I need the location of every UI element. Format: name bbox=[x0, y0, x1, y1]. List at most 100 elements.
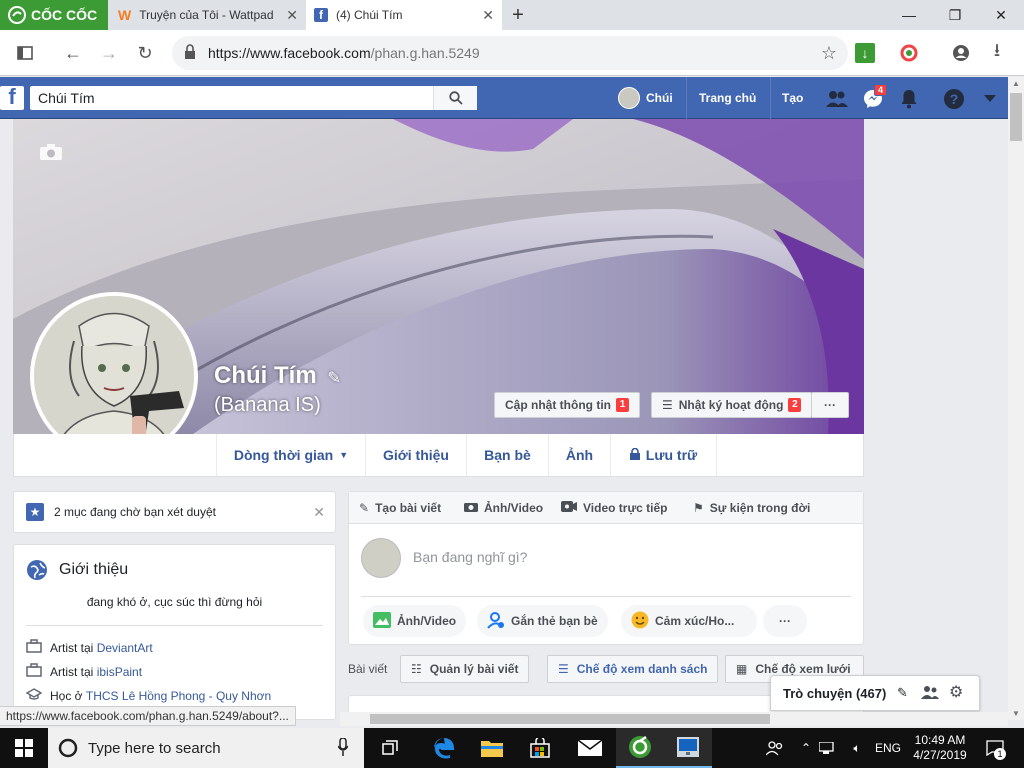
clock-date: 4/27/2019 bbox=[913, 748, 967, 762]
tab-live-video[interactable]: Video trực tiếp bbox=[561, 492, 668, 524]
more-actions-button[interactable]: ··· bbox=[763, 605, 807, 637]
close-icon[interactable]: ✕ bbox=[313, 504, 325, 521]
list-view-button[interactable]: ☰ Chế độ xem danh sách bbox=[547, 655, 719, 683]
activity-log-button[interactable]: ☰ Nhật ký hoạt động 2 bbox=[651, 392, 813, 418]
close-icon[interactable]: ✕ bbox=[286, 7, 298, 24]
tab-friends[interactable]: Bạn bè bbox=[466, 434, 548, 476]
tab-facebook[interactable]: f (4) Chúi Tím ✕ bbox=[306, 0, 502, 30]
scroll-thumb[interactable] bbox=[1010, 93, 1022, 141]
camera-icon[interactable] bbox=[39, 143, 63, 164]
chat-bar[interactable]: Trò chuyện (467) ✎ ⚙ bbox=[770, 675, 980, 711]
tab-photo-video[interactable]: Ảnh/Video bbox=[464, 492, 543, 524]
facebook-icon: f bbox=[314, 8, 328, 22]
photo-video-button[interactable]: Ảnh/Video bbox=[363, 605, 467, 637]
browser-brand: CỐC CỐC bbox=[31, 7, 98, 23]
divider bbox=[26, 625, 323, 626]
tab-create-post[interactable]: ✎ Tạo bài viết bbox=[359, 492, 441, 524]
facebook-search-input[interactable]: Chúi Tím bbox=[30, 86, 477, 110]
app-window-icon[interactable] bbox=[664, 728, 712, 768]
coccoc-extension-icon[interactable] bbox=[894, 38, 924, 68]
tab-archive[interactable]: Lưu trữ bbox=[610, 434, 717, 476]
group-icon[interactable] bbox=[921, 685, 939, 702]
close-icon[interactable]: ✕ bbox=[482, 7, 494, 24]
update-info-button[interactable]: Cập nhật thông tin 1 bbox=[494, 392, 640, 418]
pencil-icon: ✎ bbox=[359, 501, 370, 515]
scroll-up-icon[interactable]: ▲ bbox=[1012, 79, 1020, 88]
friend-requests-icon[interactable] bbox=[826, 88, 848, 110]
messenger-icon[interactable]: 4 bbox=[862, 84, 888, 110]
facebook-logo-icon[interactable]: f bbox=[0, 84, 24, 110]
more-options-button[interactable]: ··· bbox=[811, 392, 849, 418]
intro-header: Giới thiệu bbox=[26, 559, 128, 581]
language-indicator[interactable]: ENG bbox=[872, 728, 904, 768]
tab-timeline[interactable]: Dòng thời gian ▼ bbox=[216, 434, 365, 476]
pending-review-card[interactable]: ★ 2 mục đang chờ bạn xét duyệt ✕ bbox=[13, 491, 336, 533]
feeling-activity-button[interactable]: Cảm xúc/Ho... bbox=[621, 605, 757, 637]
file-explorer-icon[interactable] bbox=[468, 728, 516, 768]
address-bar[interactable]: https://www.facebook.com/phan.g.han.5249 bbox=[172, 36, 848, 70]
download-extension-icon[interactable]: ↓ bbox=[850, 38, 880, 68]
sidebar-toggle-icon[interactable] bbox=[10, 38, 40, 68]
store-icon[interactable] bbox=[516, 728, 564, 768]
scroll-down-icon[interactable]: ▼ bbox=[1012, 709, 1020, 718]
profile-name[interactable]: Chúi Tím ✎ bbox=[214, 362, 341, 390]
downloads-icon[interactable]: ⭳ bbox=[982, 38, 1012, 68]
tab-life-event[interactable]: ⚑ Sự kiện trong đời bbox=[693, 492, 810, 524]
tab-wattpad[interactable]: W Truyện của Tôi - Wattpad ✕ bbox=[110, 0, 306, 30]
network-icon[interactable] bbox=[818, 728, 836, 768]
composer-tabs: ✎ Tạo bài viết Ảnh/Video Video trực tiếp … bbox=[349, 492, 863, 524]
new-tab-button[interactable]: + bbox=[504, 0, 532, 30]
microphone-icon[interactable] bbox=[337, 737, 349, 760]
minimize-button[interactable]: — bbox=[886, 0, 932, 30]
tag-friends-button[interactable]: Gắn thẻ bạn bè bbox=[477, 605, 608, 637]
vertical-scrollbar[interactable]: ▲ ▼ bbox=[1008, 77, 1024, 720]
mail-icon[interactable] bbox=[566, 728, 614, 768]
search-button[interactable] bbox=[433, 86, 477, 110]
tab-about[interactable]: Giới thiệu bbox=[365, 434, 466, 476]
tab-photos[interactable]: Ảnh bbox=[548, 434, 610, 476]
nav-create[interactable]: Tạo bbox=[770, 77, 803, 119]
nav-profile[interactable]: Chúi bbox=[618, 77, 673, 119]
manage-posts-button[interactable]: ☷ Quản lý bài viết bbox=[400, 655, 530, 683]
whats-on-your-mind-input[interactable]: Bạn đang nghĩ gì? bbox=[413, 549, 527, 565]
back-arrow-icon[interactable]: ← bbox=[58, 38, 88, 68]
nav-home[interactable]: Trang chủ bbox=[686, 77, 756, 119]
maximize-button[interactable]: ❐ bbox=[932, 0, 978, 30]
search-icon bbox=[448, 91, 463, 105]
help-icon[interactable]: ? bbox=[943, 88, 965, 110]
new-message-icon[interactable]: ✎ bbox=[897, 685, 908, 701]
edit-pencil-icon[interactable]: ✎ bbox=[327, 370, 340, 387]
briefcase-icon bbox=[26, 639, 42, 656]
reload-icon[interactable]: ↻ bbox=[130, 38, 160, 68]
url-host: https://www.facebook.com bbox=[208, 45, 371, 61]
browser-toolbar: ← → ↻ https://www.facebook.com/phan.g.ha… bbox=[0, 30, 1024, 76]
work-link[interactable]: ibisPaint bbox=[97, 665, 142, 679]
people-icon[interactable] bbox=[762, 728, 788, 768]
coccoc-taskbar-icon[interactable] bbox=[616, 728, 664, 768]
photo-icon bbox=[373, 611, 391, 631]
windows-start-icon[interactable] bbox=[0, 728, 48, 768]
lock-icon bbox=[629, 447, 640, 463]
edge-icon[interactable] bbox=[420, 728, 468, 768]
forward-arrow-icon[interactable]: → bbox=[94, 38, 124, 68]
close-window-button[interactable]: ✕ bbox=[978, 0, 1024, 30]
action-center-icon[interactable]: 1 bbox=[980, 728, 1010, 768]
scroll-thumb[interactable] bbox=[370, 714, 770, 724]
gear-icon[interactable]: ⚙ bbox=[949, 682, 963, 702]
coccoc-logo[interactable]: CỐC CỐC bbox=[0, 0, 108, 30]
taskbar-search-input[interactable]: Type here to search bbox=[48, 728, 364, 768]
school-link[interactable]: THCS Lê Hồng Phong - Quy Nhơn bbox=[86, 689, 271, 703]
list-icon: ☰ bbox=[662, 398, 673, 412]
notifications-bell-icon[interactable] bbox=[898, 88, 920, 110]
task-view-icon[interactable] bbox=[368, 728, 416, 768]
tray-overflow-chevron-icon[interactable]: ⌃ bbox=[798, 728, 814, 768]
avatar bbox=[618, 87, 640, 109]
tag-friend-icon bbox=[487, 611, 505, 632]
horizontal-scrollbar[interactable] bbox=[340, 712, 1008, 726]
clock[interactable]: 10:49 AM 4/27/2019 bbox=[910, 728, 970, 768]
account-icon[interactable] bbox=[946, 38, 976, 68]
account-menu-caret-icon[interactable] bbox=[979, 88, 1001, 110]
bookmark-star-icon[interactable]: ☆ bbox=[814, 38, 844, 68]
work-link[interactable]: DeviantArt bbox=[97, 641, 153, 655]
volume-icon[interactable]: 🔈︎ bbox=[848, 728, 866, 768]
